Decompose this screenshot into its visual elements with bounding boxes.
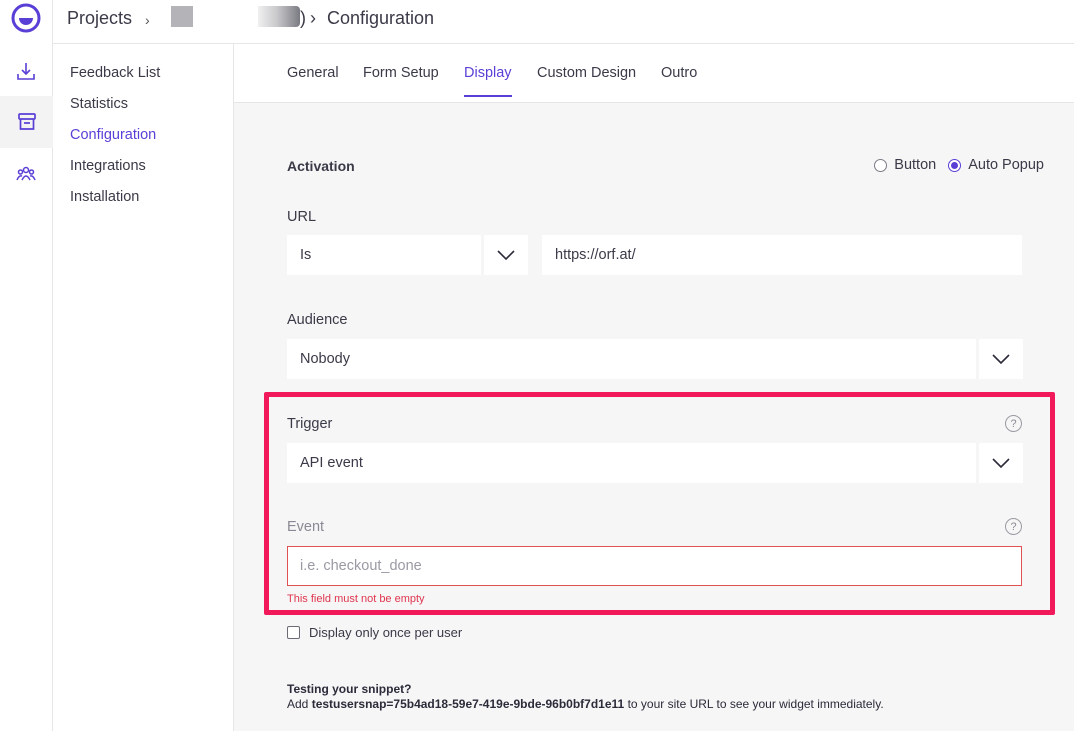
snippet-param: testusersnap=75b4ad18-59e7-419e-9bde-96b… <box>311 697 625 711</box>
chevron-down-icon <box>497 250 515 261</box>
subnav-item-statistics[interactable]: Statistics <box>70 96 128 112</box>
breadcrumb-separator: › <box>310 8 316 28</box>
tab-general[interactable]: General <box>287 65 339 97</box>
subnav-item-feedback-list[interactable]: Feedback List <box>70 65 160 81</box>
snippet-title: Testing your snippet? <box>287 682 412 696</box>
redacted-block <box>171 6 193 27</box>
url-operator-value: Is <box>300 247 312 263</box>
breadcrumb-paren: ) <box>300 8 306 28</box>
radio-auto-popup[interactable]: Auto Popup <box>948 157 1044 173</box>
breadcrumb-projects[interactable]: Projects <box>67 8 132 28</box>
radio-label: Auto Popup <box>968 157 1044 173</box>
radio-label: Button <box>894 157 937 173</box>
checkbox-box <box>287 626 300 639</box>
event-error-message: This field must not be empty <box>287 593 425 605</box>
url-label: URL <box>287 209 317 225</box>
radio-dot <box>874 158 888 172</box>
url-operator-dropdown[interactable] <box>484 235 528 275</box>
trigger-dropdown[interactable] <box>979 443 1023 483</box>
tab-display[interactable]: Display <box>464 65 512 97</box>
redacted-block <box>258 6 300 27</box>
subnav-item-installation[interactable]: Installation <box>70 189 139 205</box>
radio-dot-selected <box>948 158 962 172</box>
url-operator-select[interactable]: Is <box>287 235 481 275</box>
snippet-instructions: Add testusersnap=75b4ad18-59e7-419e-9bde… <box>287 697 884 711</box>
display-once-checkbox[interactable]: Display only once per user <box>287 625 462 640</box>
team-icon[interactable] <box>12 160 40 188</box>
subnav-item-integrations[interactable]: Integrations <box>70 158 146 174</box>
config-tabs: General Form Setup Display Custom Design… <box>234 44 1074 103</box>
breadcrumb-current: Configuration <box>327 8 435 28</box>
download-icon[interactable] <box>12 57 40 85</box>
checkbox-label: Display only once per user <box>309 625 463 640</box>
inbox-icon[interactable] <box>0 96 53 148</box>
snippet-suffix: to your site URL to see your widget imme… <box>627 697 884 711</box>
audience-value: Nobody <box>300 351 350 367</box>
project-subnav: Feedback List Statistics Configuration I… <box>53 44 234 731</box>
tab-form-setup[interactable]: Form Setup <box>363 65 439 97</box>
activation-label: Activation <box>287 158 355 174</box>
chevron-down-icon <box>992 354 1010 365</box>
help-icon[interactable]: ? <box>1005 415 1022 432</box>
audience-label: Audience <box>287 312 348 328</box>
subnav-item-configuration[interactable]: Configuration <box>70 127 156 143</box>
chevron-down-icon <box>992 458 1010 469</box>
snippet-prefix: Add <box>287 697 309 711</box>
trigger-value: API event <box>300 455 363 471</box>
help-icon[interactable]: ? <box>1005 518 1022 535</box>
event-input[interactable] <box>287 546 1022 586</box>
trigger-label: Trigger <box>287 416 333 432</box>
url-value-input[interactable]: https://orf.at/ <box>542 235 1022 275</box>
activation-radio-group: Button Auto Popup <box>862 157 1044 173</box>
tab-outro[interactable]: Outro <box>661 65 697 97</box>
url-value: https://orf.at/ <box>555 247 636 263</box>
top-bar: Projects › ) › Configuration <box>53 0 1074 44</box>
radio-button[interactable]: Button <box>874 157 936 173</box>
icon-rail <box>0 0 53 731</box>
trigger-select[interactable]: API event <box>287 443 976 483</box>
audience-dropdown[interactable] <box>979 339 1023 379</box>
tab-custom-design[interactable]: Custom Design <box>537 65 636 97</box>
logo-icon[interactable] <box>11 3 41 33</box>
event-label: Event <box>287 519 325 535</box>
breadcrumb-separator: › <box>145 12 150 28</box>
display-settings-panel: Activation Button Auto Popup URL Is http… <box>234 103 1074 731</box>
audience-select[interactable]: Nobody <box>287 339 976 379</box>
